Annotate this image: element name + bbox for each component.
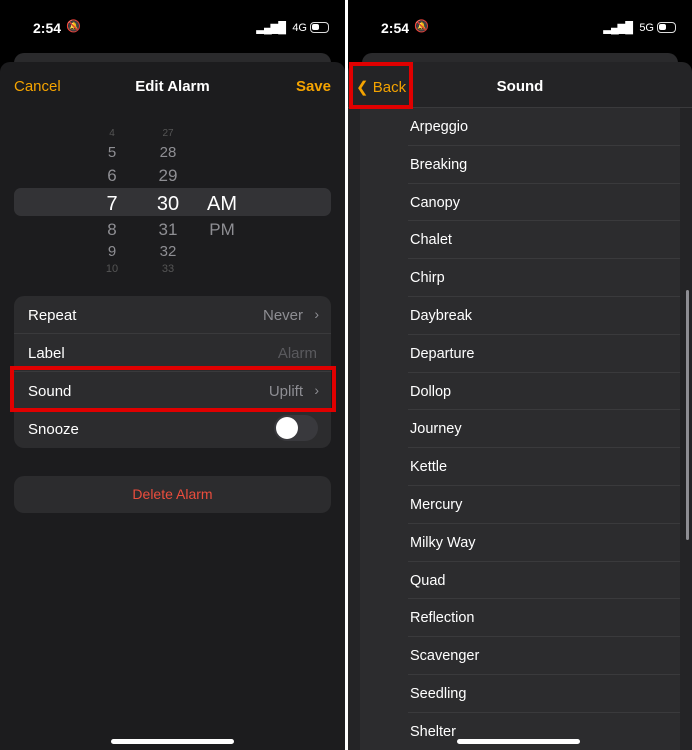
sound-name: Chalet [410, 232, 452, 249]
sound-item[interactable]: Kettle [408, 448, 680, 486]
sound-name: Seedling [410, 685, 467, 702]
minute-option[interactable]: 27 [148, 128, 188, 139]
sound-item[interactable]: Daybreak [408, 297, 680, 335]
signal-icon: ▂▄▆█ [603, 22, 632, 34]
minute-option[interactable]: 33 [148, 263, 188, 275]
sound-item[interactable]: Mercury [408, 486, 680, 524]
sound-item[interactable]: Shelter [408, 713, 680, 750]
sound-name: Shelter [410, 723, 456, 740]
sound-name: Dollop [410, 383, 452, 400]
silent-bell-icon: 🔕 [66, 19, 81, 33]
sound-item[interactable]: Reflection [408, 599, 680, 638]
hour-option[interactable]: 9 [92, 243, 132, 260]
sound-name: Canopy [410, 194, 460, 211]
sound-list: Arpeggio Breaking Canopy Chalet Chirp Daybrea… [360, 108, 680, 750]
period-option[interactable]: PM [202, 220, 242, 240]
minute-option[interactable]: 31 [148, 220, 188, 240]
silent-bell-icon: 🔕 [414, 19, 429, 33]
hour-option[interactable]: 7 [92, 193, 132, 216]
sound-name: Mercury [410, 496, 463, 513]
sound-item[interactable]: Dollop [408, 373, 680, 411]
status-bar: 2:54 🔕 ▂▄▆█ 4G [0, 18, 345, 38]
sound-name: Chirp [410, 270, 445, 287]
sound-item[interactable]: Chalet [408, 221, 680, 260]
sound-name: Journey [410, 421, 462, 438]
cancel-button[interactable]: Cancel [14, 78, 61, 95]
sound-name: Quad [410, 572, 446, 589]
sound-name: Reflection [410, 610, 475, 627]
sound-name: Milky Way [410, 534, 476, 551]
snooze-row: Snooze [14, 410, 331, 448]
period-option[interactable]: AM [202, 193, 242, 216]
sound-name: Daybreak [410, 307, 473, 324]
minute-option[interactable]: 28 [148, 144, 188, 161]
hour-option[interactable]: 5 [92, 144, 132, 161]
edit-alarm-screen: 2:54 🔕 ▂▄▆█ 4G Edit Alarm Cancel Save 4 5… [0, 0, 345, 750]
sound-sheet: Sound ❮ Back Arpeggio Breaking Canopy Chale… [348, 62, 692, 750]
status-time: 2:54 [381, 20, 410, 36]
minute-option[interactable]: 29 [148, 166, 188, 186]
sound-item[interactable]: Seedling [408, 675, 680, 713]
snooze-toggle[interactable] [274, 415, 318, 441]
status-bar: 2:54 🔕 ▂▄▆█ 5G [348, 18, 692, 38]
minute-option[interactable]: 30 [148, 193, 188, 216]
hour-option[interactable]: 10 [92, 263, 132, 275]
sound-item[interactable]: Canopy [408, 184, 680, 222]
sound-item[interactable]: Quad [408, 562, 680, 600]
sound-item[interactable]: Arpeggio [408, 108, 680, 146]
highlight-box [349, 62, 413, 109]
minute-option[interactable]: 32 [148, 243, 188, 260]
nav-bar: Edit Alarm Cancel Save [0, 62, 345, 108]
home-indicator [457, 739, 580, 744]
sound-item[interactable]: Breaking [408, 146, 680, 184]
save-button[interactable]: Save [296, 78, 331, 95]
row-label: Snooze [28, 421, 79, 438]
hour-option[interactable]: 4 [92, 128, 132, 139]
chevron-right-icon: › [314, 306, 319, 322]
row-value: Never [262, 307, 303, 324]
highlight-box [10, 366, 336, 412]
sound-screen: 2:54 🔕 ▂▄▆█ 5G Sound ❮ Back Arpeggio Brea… [348, 0, 692, 750]
repeat-row[interactable]: Repeat Never › [14, 296, 331, 334]
home-indicator [111, 739, 234, 744]
sound-name: Arpeggio [410, 119, 469, 135]
delete-alarm-button[interactable]: Delete Alarm [14, 476, 331, 513]
sound-name: Departure [410, 345, 475, 362]
hour-option[interactable]: 8 [92, 220, 132, 240]
row-label: Label [28, 345, 65, 362]
signal-icon: ▂▄▆█ [256, 22, 285, 34]
network-type: 4G [292, 22, 307, 34]
sound-item[interactable]: Departure [408, 335, 680, 373]
sound-item[interactable]: Milky Way [408, 524, 680, 562]
sound-item[interactable]: Journey [408, 410, 680, 449]
hour-option[interactable]: 6 [92, 166, 132, 186]
battery-icon [657, 22, 676, 33]
row-label: Repeat [28, 307, 77, 324]
sound-name: Breaking [410, 156, 468, 173]
battery-icon [310, 22, 329, 33]
label-input[interactable]: Alarm [278, 345, 317, 362]
sound-item[interactable]: Scavenger [408, 637, 680, 675]
network-type: 5G [639, 22, 654, 34]
sound-name: Scavenger [410, 648, 480, 665]
sound-item[interactable]: Chirp [408, 259, 680, 297]
scrollbar[interactable] [686, 290, 689, 540]
sound-name: Kettle [410, 459, 448, 476]
status-time: 2:54 [33, 20, 62, 36]
